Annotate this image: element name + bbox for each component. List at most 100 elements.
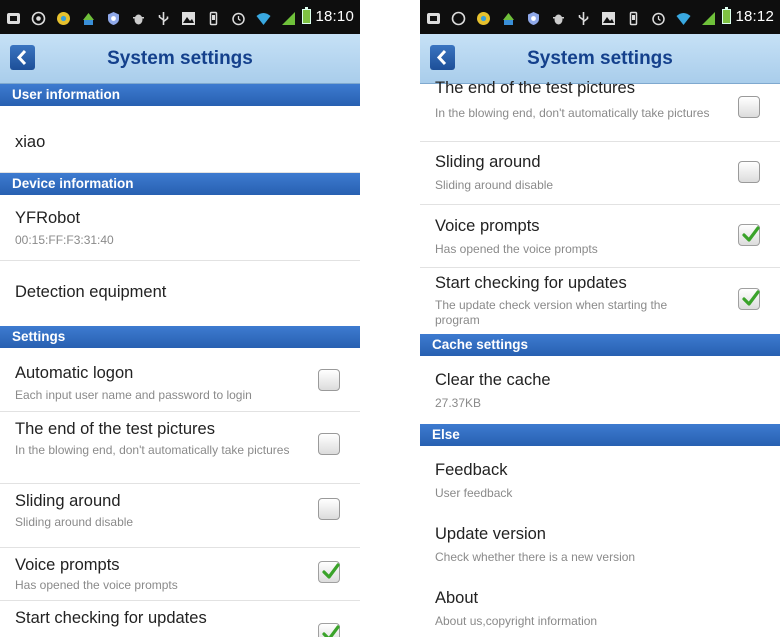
sync-icon bbox=[57, 11, 70, 25]
setting-sliding-around[interactable]: Sliding around Sliding around disable bbox=[0, 484, 360, 548]
feedback-subtitle: User feedback bbox=[435, 486, 513, 500]
check-icon bbox=[742, 290, 760, 306]
android-icon bbox=[503, 12, 514, 25]
target-icon bbox=[451, 11, 466, 25]
back-button[interactable] bbox=[430, 45, 455, 70]
sync-icon bbox=[477, 11, 490, 25]
check-icon bbox=[322, 625, 340, 637]
shield-icon bbox=[108, 11, 119, 25]
image-icon bbox=[602, 11, 615, 25]
checkbox[interactable] bbox=[738, 288, 760, 310]
clear-cache-item[interactable]: Clear the cache 27.37KB bbox=[420, 356, 780, 424]
status-time: 18:10 bbox=[315, 8, 354, 25]
notification-icon bbox=[7, 12, 20, 24]
status-icons bbox=[426, 9, 726, 27]
checkbox[interactable] bbox=[738, 224, 760, 246]
setting-voice-prompts[interactable]: Voice prompts Has opened the voice promp… bbox=[420, 205, 780, 268]
setting-subtitle: The update check version when starting t… bbox=[435, 298, 668, 327]
phone-screen-left: 18:10 System settings User information x… bbox=[0, 0, 360, 637]
setting-check-updates[interactable]: Start checking for updates bbox=[0, 601, 360, 637]
bug-icon bbox=[553, 14, 564, 24]
setting-subtitle: In the blowing end, don't automatically … bbox=[435, 106, 710, 120]
setting-voice-prompts[interactable]: Voice prompts Has opened the voice promp… bbox=[0, 548, 360, 601]
section-header-else: Else bbox=[420, 424, 780, 446]
setting-title: Sliding around bbox=[435, 153, 541, 171]
setting-title: The end of the test pictures bbox=[15, 420, 215, 438]
update-version-subtitle: Check whether there is a new version bbox=[435, 550, 636, 564]
status-bar: 18:10 bbox=[0, 0, 360, 34]
setting-subtitle: Has opened the voice prompts bbox=[435, 242, 598, 256]
setting-sliding-around[interactable]: Sliding around Sliding around disable bbox=[420, 142, 780, 205]
checkbox[interactable] bbox=[738, 96, 760, 118]
feedback-item[interactable]: Feedback User feedback bbox=[420, 446, 780, 510]
vibrate-icon bbox=[629, 11, 638, 25]
setting-end-test-pictures[interactable]: The end of the test pictures In the blow… bbox=[420, 79, 780, 142]
setting-subtitle: Sliding around disable bbox=[15, 515, 134, 529]
title-bar: System settings bbox=[0, 34, 360, 84]
battery-icon bbox=[722, 7, 732, 24]
setting-end-test-pictures[interactable]: The end of the test pictures In the blow… bbox=[0, 412, 360, 484]
about-item[interactable]: About About us,copyright information bbox=[420, 574, 780, 637]
setting-title: Start checking for updates bbox=[15, 609, 207, 627]
about-subtitle: About us,copyright information bbox=[435, 614, 598, 628]
user-name-text: xiao bbox=[15, 133, 46, 151]
check-icon bbox=[742, 226, 760, 242]
checkbox[interactable] bbox=[318, 561, 340, 583]
checkbox[interactable] bbox=[318, 433, 340, 455]
bug-icon bbox=[133, 14, 144, 24]
checkbox[interactable] bbox=[318, 369, 340, 391]
signal-icon bbox=[702, 11, 715, 25]
signal-icon bbox=[282, 11, 295, 25]
battery-icon bbox=[302, 7, 312, 24]
notification-icon bbox=[427, 12, 440, 24]
setting-title: Automatic logon bbox=[15, 364, 134, 382]
status-right: 18:10 bbox=[302, 7, 354, 25]
setting-title: The end of the test pictures bbox=[435, 79, 635, 97]
setting-subtitle: Each input user name and password to log… bbox=[15, 388, 252, 402]
section-header-device: Device information bbox=[0, 173, 360, 195]
chevron-left-icon bbox=[16, 49, 27, 66]
clear-cache-label: Clear the cache bbox=[435, 371, 551, 389]
checkbox[interactable] bbox=[318, 623, 340, 637]
setting-check-updates[interactable]: Start checking for updates The update ch… bbox=[420, 268, 780, 334]
page-title: System settings bbox=[527, 48, 673, 69]
setting-subtitle: Sliding around disable bbox=[435, 178, 554, 192]
setting-title: Sliding around bbox=[15, 492, 121, 510]
wifi-icon bbox=[676, 12, 691, 25]
shield-icon bbox=[528, 11, 539, 25]
setting-subtitle: In the blowing end, don't automatically … bbox=[15, 443, 290, 457]
detection-equipment-label: Detection equipment bbox=[15, 283, 167, 301]
status-icons bbox=[6, 9, 306, 27]
cache-size: 27.37KB bbox=[435, 396, 482, 410]
wifi-icon bbox=[256, 12, 271, 25]
image-icon bbox=[182, 11, 195, 25]
alarm-icon bbox=[652, 12, 665, 25]
usb-icon bbox=[578, 11, 589, 25]
section-header-cache: Cache settings bbox=[420, 334, 780, 356]
status-right: 18:12 bbox=[722, 7, 774, 25]
setting-automatic-logon[interactable]: Automatic logon Each input user name and… bbox=[0, 348, 360, 412]
setting-title: Start checking for updates bbox=[435, 274, 627, 292]
usb-icon bbox=[158, 11, 169, 25]
android-icon bbox=[83, 12, 94, 25]
detection-equipment-item[interactable]: Detection equipment bbox=[0, 261, 360, 325]
setting-title: Voice prompts bbox=[435, 217, 540, 235]
status-time: 18:12 bbox=[735, 8, 774, 25]
check-icon bbox=[322, 563, 340, 579]
update-version-label: Update version bbox=[435, 525, 546, 543]
device-mac: 00:15:FF:F3:31:40 bbox=[15, 233, 114, 247]
device-name: YFRobot bbox=[15, 209, 81, 227]
chevron-left-icon bbox=[436, 49, 447, 66]
section-header-settings: Settings bbox=[0, 326, 360, 348]
device-item[interactable]: YFRobot 00:15:FF:F3:31:40 bbox=[0, 195, 360, 261]
back-button[interactable] bbox=[10, 45, 35, 70]
checkbox[interactable] bbox=[318, 498, 340, 520]
status-bar: 18:12 bbox=[420, 0, 780, 34]
setting-subtitle: Has opened the voice prompts bbox=[15, 578, 178, 592]
vibrate-icon bbox=[209, 11, 218, 25]
checkbox[interactable] bbox=[738, 161, 760, 183]
update-version-item[interactable]: Update version Check whether there is a … bbox=[420, 510, 780, 574]
user-name-item[interactable]: xiao bbox=[0, 106, 360, 173]
setting-title: Voice prompts bbox=[15, 556, 120, 574]
page-title: System settings bbox=[107, 48, 253, 69]
